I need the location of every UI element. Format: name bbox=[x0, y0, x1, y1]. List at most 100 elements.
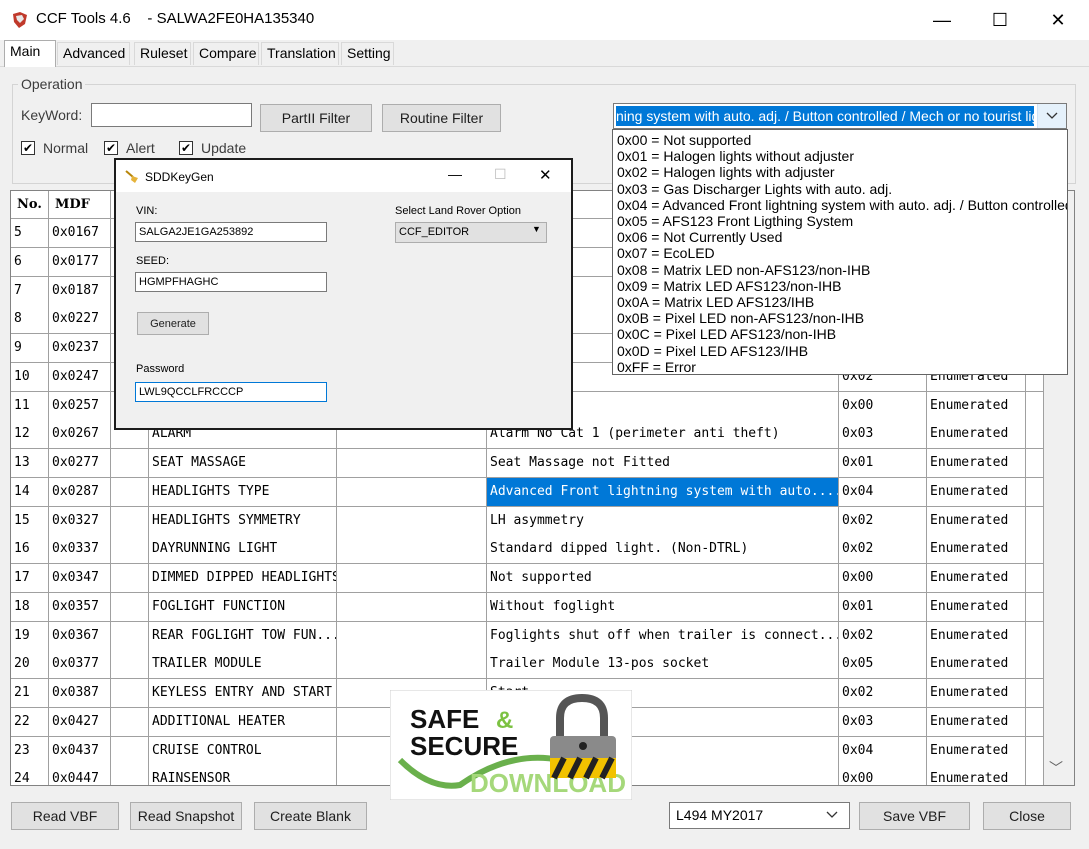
cell-blank[interactable] bbox=[337, 506, 487, 536]
cell-value[interactable]: 0x02 bbox=[839, 506, 927, 536]
cell-value[interactable]: 0x01 bbox=[839, 592, 927, 622]
cell-blank[interactable] bbox=[1026, 477, 1044, 507]
cell-blank[interactable] bbox=[1026, 420, 1044, 450]
seed-input[interactable]: HGMPFHAGHC bbox=[135, 272, 327, 292]
cell-type[interactable]: Enumerated bbox=[927, 621, 1026, 651]
cell-blank[interactable] bbox=[1026, 707, 1044, 737]
close-app-button[interactable]: Close bbox=[983, 802, 1071, 830]
part2-filter-button[interactable]: PartII Filter bbox=[260, 104, 372, 132]
cell-no[interactable]: 13 bbox=[11, 449, 49, 478]
cell-description[interactable]: Advanced Front lightning system with aut… bbox=[487, 477, 839, 507]
cell-mdf[interactable]: 0x0277 bbox=[49, 449, 111, 478]
cell-no[interactable]: 7 bbox=[11, 276, 49, 306]
cell-no[interactable]: 20 bbox=[11, 650, 49, 680]
cell-no[interactable]: 18 bbox=[11, 592, 49, 622]
cell-blank[interactable] bbox=[111, 765, 149, 785]
cell-description[interactable]: Standard dipped light. (Non-DTRL) bbox=[487, 535, 839, 565]
cell-mdf[interactable]: 0x0337 bbox=[49, 535, 111, 565]
dropdown-option[interactable]: 0x05 = AFS123 Front Ligthing System bbox=[617, 213, 853, 229]
dropdown-option[interactable]: 0x0A = Matrix LED AFS123/IHB bbox=[617, 294, 814, 310]
minimize-button[interactable]: — bbox=[919, 0, 965, 40]
dropdown-option[interactable]: 0xFF = Error bbox=[617, 359, 696, 374]
cell-mdf[interactable]: 0x0287 bbox=[49, 477, 111, 507]
cell-type[interactable]: Enumerated bbox=[927, 679, 1026, 708]
cell-name[interactable]: REAR FOGLIGHT TOW FUN... bbox=[149, 621, 337, 651]
dropdown-option[interactable]: 0x07 = EcoLED bbox=[617, 245, 715, 261]
scroll-down-icon[interactable]: ﹀ bbox=[1049, 758, 1063, 778]
generate-button[interactable]: Generate bbox=[137, 312, 209, 335]
cell-value[interactable]: 0x02 bbox=[839, 621, 927, 651]
cell-type[interactable]: Enumerated bbox=[927, 564, 1026, 593]
cell-blank[interactable] bbox=[337, 449, 487, 478]
vin-input[interactable]: SALGA2JE1GA253892 bbox=[135, 222, 327, 242]
cell-no[interactable]: 6 bbox=[11, 247, 49, 277]
cell-blank[interactable] bbox=[111, 592, 149, 622]
cell-value[interactable]: 0x02 bbox=[839, 535, 927, 565]
cell-mdf[interactable]: 0x0167 bbox=[49, 219, 111, 248]
cell-description[interactable]: Seat Massage not Fitted bbox=[487, 449, 839, 478]
cell-no[interactable]: 24 bbox=[11, 765, 49, 785]
cell-name[interactable]: ADDITIONAL HEATER bbox=[149, 707, 337, 737]
cell-name[interactable]: HEADLIGHTS SYMMETRY bbox=[149, 506, 337, 536]
dropdown-option[interactable]: 0x02 = Halogen lights with adjuster bbox=[617, 164, 835, 180]
cell-mdf[interactable]: 0x0377 bbox=[49, 650, 111, 680]
tab-compare[interactable]: Compare bbox=[193, 42, 259, 65]
cell-no[interactable]: 9 bbox=[11, 334, 49, 363]
cell-blank[interactable] bbox=[337, 621, 487, 651]
cell-blank[interactable] bbox=[337, 535, 487, 565]
cell-value[interactable]: 0x00 bbox=[839, 391, 927, 421]
cell-blank[interactable] bbox=[337, 477, 487, 507]
cell-mdf[interactable]: 0x0447 bbox=[49, 765, 111, 785]
keygen-minimize-icon[interactable]: — bbox=[448, 166, 462, 182]
cell-blank[interactable] bbox=[1026, 592, 1044, 622]
tab-translation[interactable]: Translation bbox=[261, 42, 339, 65]
cell-mdf[interactable]: 0x0257 bbox=[49, 391, 111, 421]
routine-filter-button[interactable]: Routine Filter bbox=[382, 104, 501, 132]
dropdown-option[interactable]: 0x0C = Pixel LED AFS123/non-IHB bbox=[617, 326, 836, 342]
cell-mdf[interactable]: 0x0367 bbox=[49, 621, 111, 651]
cell-description[interactable]: Without foglight bbox=[487, 592, 839, 622]
cell-blank[interactable] bbox=[1026, 621, 1044, 651]
cell-no[interactable]: 23 bbox=[11, 736, 49, 766]
dropdown-option[interactable]: 0x08 = Matrix LED non-AFS123/non-IHB bbox=[617, 262, 870, 278]
cell-name[interactable]: TRAILER MODULE bbox=[149, 650, 337, 680]
cell-mdf[interactable]: 0x0227 bbox=[49, 305, 111, 335]
tab-advanced[interactable]: Advanced bbox=[57, 42, 130, 65]
cell-value[interactable]: 0x03 bbox=[839, 707, 927, 737]
cell-blank[interactable] bbox=[111, 449, 149, 478]
cell-value[interactable]: 0x02 bbox=[839, 679, 927, 708]
dropdown-option[interactable]: 0x0B = Pixel LED non-AFS123/non-IHB bbox=[617, 310, 864, 326]
column-header-mdf[interactable]: MDF bbox=[49, 191, 111, 219]
cell-blank[interactable] bbox=[337, 564, 487, 593]
cell-name[interactable]: FOGLIGHT FUNCTION bbox=[149, 592, 337, 622]
model-chevron-down-icon[interactable] bbox=[826, 806, 838, 822]
dropdown-option[interactable]: 0x00 = Not supported bbox=[617, 132, 751, 148]
cell-type[interactable]: Enumerated bbox=[927, 535, 1026, 565]
cell-value[interactable]: 0x00 bbox=[839, 564, 927, 593]
cell-name[interactable]: CRUISE CONTROL bbox=[149, 736, 337, 766]
cell-mdf[interactable]: 0x0187 bbox=[49, 276, 111, 306]
cell-name[interactable]: SEAT MASSAGE bbox=[149, 449, 337, 478]
cell-blank[interactable] bbox=[1026, 449, 1044, 478]
cell-no[interactable]: 12 bbox=[11, 420, 49, 450]
cell-blank[interactable] bbox=[111, 535, 149, 565]
password-input[interactable]: LWL9QCCLFRCCCP bbox=[135, 382, 327, 402]
cell-blank[interactable] bbox=[111, 564, 149, 593]
cell-blank[interactable] bbox=[1026, 564, 1044, 593]
cell-name[interactable]: DIMMED DIPPED HEADLIGHTS bbox=[149, 564, 337, 593]
tab-ruleset[interactable]: Ruleset bbox=[134, 42, 191, 65]
cell-description[interactable]: Not supported bbox=[487, 564, 839, 593]
cell-mdf[interactable]: 0x0427 bbox=[49, 707, 111, 737]
cell-no[interactable]: 17 bbox=[11, 564, 49, 593]
normal-checkbox[interactable]: ✔ bbox=[21, 141, 35, 155]
cell-value[interactable]: 0x00 bbox=[839, 765, 927, 785]
cell-value[interactable]: 0x05 bbox=[839, 650, 927, 680]
cell-description[interactable]: Foglights shut off when trailer is conne… bbox=[487, 621, 839, 651]
cell-blank[interactable] bbox=[1026, 535, 1044, 565]
cell-mdf[interactable]: 0x0327 bbox=[49, 506, 111, 536]
cell-blank[interactable] bbox=[1026, 736, 1044, 766]
create-blank-button[interactable]: Create Blank bbox=[254, 802, 367, 830]
cell-value[interactable]: 0x04 bbox=[839, 736, 927, 766]
cell-mdf[interactable]: 0x0267 bbox=[49, 420, 111, 450]
cell-type[interactable]: Enumerated bbox=[927, 449, 1026, 478]
